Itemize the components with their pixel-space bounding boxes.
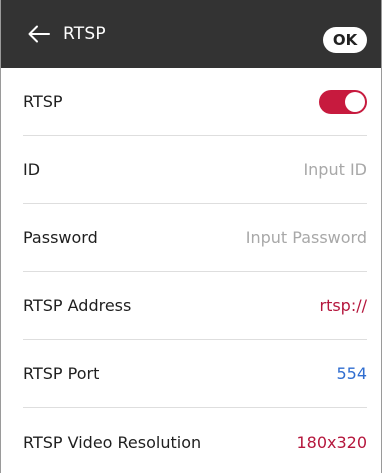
settings-list: RTSP ID Password RTSP Address rtsp:// RT… (23, 68, 367, 476)
id-row: ID (23, 136, 367, 204)
ok-button[interactable]: OK (323, 27, 367, 53)
toggle-knob (345, 91, 365, 112)
back-button[interactable] (25, 20, 53, 48)
rtsp-port-row[interactable]: RTSP Port 554 (23, 340, 367, 408)
id-input[interactable] (197, 160, 367, 179)
page-title: RTSP (63, 24, 106, 44)
rtsp-resolution-label: RTSP Video Resolution (23, 432, 202, 452)
rtsp-settings-screen: RTSP OK RTSP ID Password RTSP Address rt… (0, 0, 382, 473)
arrow-left-icon (28, 25, 50, 43)
rtsp-address-value: rtsp:// (319, 296, 367, 315)
password-input[interactable] (197, 228, 367, 247)
rtsp-label: RTSP (23, 92, 63, 111)
rtsp-address-label: RTSP Address (23, 296, 132, 315)
rtsp-toggle-row: RTSP (23, 68, 367, 136)
rtsp-address-row[interactable]: RTSP Address rtsp:// (23, 272, 367, 340)
rtsp-resolution-value: 180x320 (296, 432, 367, 452)
id-label: ID (23, 160, 41, 179)
rtsp-toggle[interactable] (319, 89, 367, 114)
password-label: Password (23, 228, 98, 247)
rtsp-port-value: 554 (336, 364, 367, 383)
rtsp-resolution-row[interactable]: RTSP Video Resolution 180x320 (23, 408, 367, 476)
password-row: Password (23, 204, 367, 272)
header-bar: RTSP OK (1, 0, 381, 68)
rtsp-port-label: RTSP Port (23, 364, 100, 383)
